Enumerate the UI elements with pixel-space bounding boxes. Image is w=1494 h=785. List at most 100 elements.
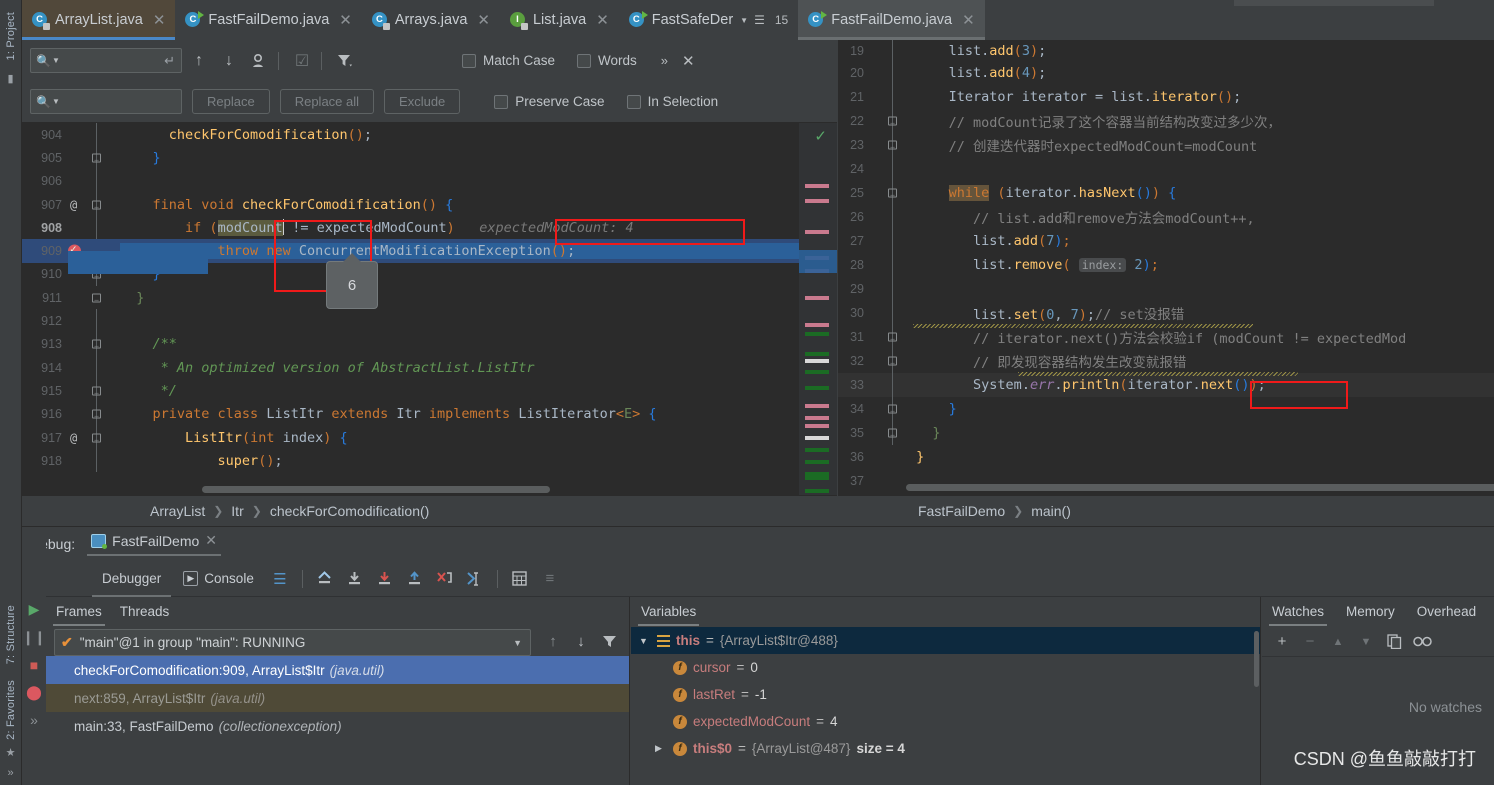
- variable-row[interactable]: ▼ this = {ArrayList$Itr@488}: [631, 627, 1260, 654]
- tab-threads[interactable]: Threads: [120, 598, 170, 626]
- chevron-down-icon[interactable]: ▼: [52, 97, 60, 106]
- gutter-marks[interactable]: @ ⚊: [68, 425, 120, 450]
- checkbox-box[interactable]: [462, 53, 476, 68]
- code-line[interactable]: 19 list.add(3);: [838, 40, 1494, 61]
- move-watch-down-button[interactable]: ▼: [1354, 630, 1378, 654]
- tab-arrays-java[interactable]: C Arrays.java ✕: [361, 0, 500, 40]
- fold-icon[interactable]: ⚊: [888, 356, 897, 366]
- code-line[interactable]: 26 // list.add和remove方法会modCount++,: [838, 205, 1494, 229]
- match-case-checkbox[interactable]: Match Case: [462, 53, 555, 68]
- gutter-marks[interactable]: ⚊: [68, 402, 120, 426]
- new-line-icon[interactable]: ↵: [164, 53, 175, 69]
- pause-icon[interactable]: ❙❙: [22, 629, 45, 646]
- close-icon[interactable]: ✕: [596, 11, 609, 29]
- breadcrumb-item[interactable]: ArrayList: [150, 503, 205, 519]
- tab-fastfaildemo-java-2[interactable]: C FastFailDemo.java ✕: [798, 0, 986, 40]
- code-line[interactable]: 908 if (modCount != expectedModCount) ex…: [22, 216, 837, 240]
- tab-arraylist-java[interactable]: C ArrayList.java ✕: [22, 0, 176, 40]
- gutter-marks[interactable]: [870, 445, 908, 469]
- code-line[interactable]: 918 super();: [22, 449, 837, 473]
- words-checkbox[interactable]: Words: [577, 53, 637, 68]
- chevron-down-icon[interactable]: ▼: [52, 56, 60, 65]
- gutter-marks[interactable]: [870, 253, 908, 277]
- gutter-marks[interactable]: ⚊: [68, 146, 120, 170]
- editor-marker-stripe[interactable]: ✓: [799, 123, 837, 495]
- code-line[interactable]: 916 ⚊ private class ListItr extends Itr …: [22, 402, 837, 426]
- gutter-marks[interactable]: [68, 216, 120, 240]
- code-line[interactable]: 34 ⚊ }: [838, 397, 1494, 421]
- close-icon[interactable]: ✕: [339, 11, 352, 29]
- gutter-marks[interactable]: ⚊: [870, 133, 908, 157]
- chevron-down-icon[interactable]: ▼: [639, 636, 651, 646]
- code-line[interactable]: 30 list.set(0, 7);// set没报错: [838, 301, 1494, 325]
- code-line[interactable]: 917 @ ⚊ ListItr(int index) {: [22, 425, 837, 450]
- code-line[interactable]: 906: [22, 169, 837, 193]
- close-icon[interactable]: ✕: [682, 52, 695, 70]
- code-line[interactable]: 915 ⚊ */: [22, 379, 837, 403]
- variable-row[interactable]: ▶ f this$0 = {ArrayList@487} size = 4: [631, 735, 1260, 762]
- frame-up-button[interactable]: ↑: [539, 628, 567, 656]
- gutter-marks[interactable]: [870, 277, 908, 301]
- gutter-marks[interactable]: [68, 355, 120, 380]
- checkbox-box[interactable]: [494, 94, 509, 109]
- fold-icon[interactable]: ⚊: [92, 200, 101, 210]
- close-icon[interactable]: ✕: [205, 532, 217, 549]
- tab-variables[interactable]: Variables: [637, 598, 700, 626]
- gutter-marks[interactable]: [870, 40, 908, 61]
- code-line[interactable]: 35 ⚊ }: [838, 421, 1494, 445]
- code-line[interactable]: 28 list.remove( index: 2);: [838, 253, 1494, 277]
- tab-fastfaildemo-java-1[interactable]: C FastFailDemo.java ✕: [175, 0, 362, 40]
- code-line[interactable]: 23 ⚊ // 创建迭代器时expectedModCount=modCount: [838, 133, 1494, 157]
- sidebar-item-project[interactable]: 1: Project: [3, 6, 19, 66]
- checkbox-box[interactable]: [626, 94, 641, 109]
- fold-icon[interactable]: ⚊: [92, 293, 101, 303]
- code-line[interactable]: 32 ⚊ // 即发现容器结构发生改变就报错: [838, 349, 1494, 373]
- sidebar-item-favorites[interactable]: 2: Favorites: [3, 674, 19, 746]
- breadcrumb-item[interactable]: FastFailDemo: [918, 503, 1005, 519]
- code-line[interactable]: 20 list.add(4);: [838, 61, 1494, 85]
- remove-watch-button[interactable]: −: [1298, 630, 1322, 654]
- code-line[interactable]: 914 * An optimized version of AbstractLi…: [22, 355, 837, 380]
- variable-row[interactable]: f cursor = 0: [631, 654, 1260, 681]
- gutter-marks[interactable]: [870, 301, 908, 325]
- more-options-icon[interactable]: »: [661, 53, 668, 68]
- gutter-marks[interactable]: @ ⚊: [68, 192, 120, 217]
- vertical-scrollbar[interactable]: [1254, 631, 1259, 687]
- replace-all-button[interactable]: Replace all: [279, 89, 375, 114]
- frame-row[interactable]: checkForComodification:909, ArrayList$It…: [46, 656, 629, 684]
- gutter-marks[interactable]: ⚊: [68, 379, 120, 403]
- fold-icon[interactable]: ⚊: [888, 332, 897, 342]
- fold-icon[interactable]: ⚊: [92, 153, 101, 163]
- tab-watches[interactable]: Watches: [1268, 598, 1328, 626]
- gutter-marks[interactable]: [68, 169, 120, 193]
- gutter-marks[interactable]: ⚊: [870, 397, 908, 421]
- stop-icon[interactable]: ■: [30, 657, 38, 673]
- view-breakpoints-icon[interactable]: ⬤: [26, 684, 42, 701]
- close-icon[interactable]: ✕: [477, 11, 490, 29]
- code-line[interactable]: 22 ⚊ // modCount记录了这个容器当前结构改变过多少次，: [838, 109, 1494, 133]
- code-line[interactable]: 29: [838, 277, 1494, 301]
- fold-icon[interactable]: ⚊: [92, 433, 101, 442]
- chevron-down-icon[interactable]: ▼: [740, 16, 748, 25]
- fold-icon[interactable]: ⚊: [92, 339, 101, 349]
- frame-down-button[interactable]: ↓: [567, 628, 595, 656]
- thread-selector[interactable]: ✔ "main"@1 in group "main": RUNNING ▼: [54, 629, 531, 656]
- tab-debugger[interactable]: Debugger: [92, 564, 172, 597]
- replace-input[interactable]: 🔍 ▼: [30, 89, 182, 114]
- editor-fastfaildemo[interactable]: 19 list.add(3); 20 list.add(4); 21 Itera…: [838, 40, 1494, 495]
- step-over-icon[interactable]: [341, 565, 369, 593]
- preserve-case-icon[interactable]: ☑: [289, 48, 315, 74]
- gutter-marks[interactable]: ⚊: [870, 109, 908, 133]
- move-watch-up-button[interactable]: ▲: [1326, 630, 1350, 654]
- tab-memory[interactable]: Memory: [1346, 598, 1395, 626]
- frame-row[interactable]: next:859, ArrayList$Itr (java.util): [46, 684, 629, 712]
- fold-icon[interactable]: ⚊: [888, 140, 897, 150]
- filter-icon[interactable]: [332, 48, 358, 74]
- checkbox-box[interactable]: [577, 53, 592, 68]
- variable-row[interactable]: f lastRet = -1: [631, 681, 1260, 708]
- fold-icon[interactable]: ⚊: [888, 116, 897, 126]
- gutter-marks[interactable]: [870, 205, 908, 229]
- breadcrumb-item[interactable]: main(): [1031, 503, 1071, 519]
- find-next-button[interactable]: ↓: [216, 48, 242, 74]
- code-line[interactable]: 36 }: [838, 445, 1494, 469]
